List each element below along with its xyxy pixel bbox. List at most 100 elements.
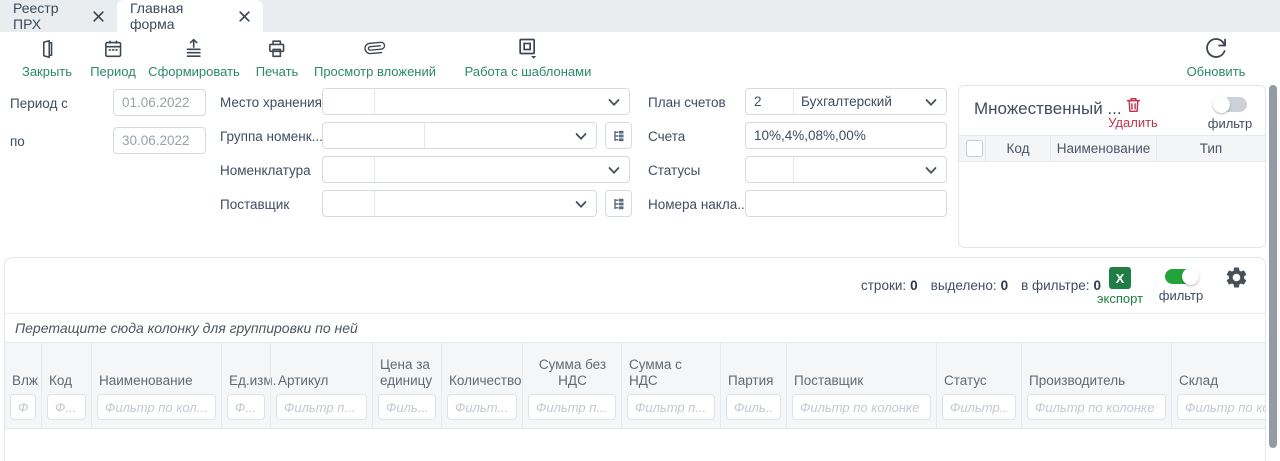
panel-filter-toggle[interactable] <box>1214 97 1247 112</box>
multi-panel-column-header[interactable]: Код <box>985 136 1050 161</box>
group-tree-button[interactable] <box>605 122 632 149</box>
calendar-icon <box>102 36 124 60</box>
grid-column-header[interactable]: Сумма без НДС <box>523 357 621 394</box>
templates-button[interactable]: Работа с шаблонами <box>465 36 592 79</box>
period-from-input[interactable] <box>113 89 206 116</box>
grid-column-header[interactable]: Наименование <box>92 373 221 394</box>
export-button-label: экспорт <box>1097 291 1143 306</box>
printer-icon <box>266 36 288 60</box>
grid-column: Партия <box>720 343 786 428</box>
grid-column: Цена за единицу <box>372 343 441 428</box>
supplier-tree-button[interactable] <box>605 190 632 217</box>
grid-column-filter-input[interactable] <box>10 394 36 420</box>
grid-column-filter-input[interactable] <box>528 394 616 420</box>
close-button[interactable]: Закрыть <box>22 36 72 79</box>
period-button-label: Период <box>90 64 136 79</box>
supplier-combo[interactable] <box>322 190 597 217</box>
grid-column-filter-input[interactable] <box>378 394 436 420</box>
accounts-input[interactable] <box>745 122 947 149</box>
settings-gear-button[interactable] <box>1224 265 1249 290</box>
tab-glavnaya-forma[interactable]: Главная форма <box>117 0 263 32</box>
tab-reestr-prh[interactable]: Реестр ПРХ <box>0 0 117 32</box>
grid-column-header[interactable]: Код <box>42 373 91 394</box>
tab-close-icon[interactable] <box>93 11 104 22</box>
nomenclature-combo[interactable] <box>322 156 630 183</box>
statuses-label: Статусы <box>648 163 700 178</box>
vertical-scrollbar[interactable] <box>1269 85 1277 448</box>
grid-filter-toggle[interactable] <box>1165 269 1198 284</box>
tab-close-icon[interactable] <box>239 11 250 22</box>
tab-label: Главная форма <box>130 0 227 32</box>
grid-column: Статус <box>936 343 1021 428</box>
grid-column-filter-input[interactable] <box>47 394 86 420</box>
attachments-button[interactable]: Просмотр вложений <box>314 36 436 79</box>
refresh-button-label: Обновить <box>1187 64 1246 79</box>
chart-of-accounts-combo[interactable]: 2 Бухгалтерский <box>745 88 947 115</box>
chevron-down-icon <box>925 98 937 107</box>
grid-column-header[interactable]: Склад <box>1172 373 1266 394</box>
door-icon <box>36 36 58 60</box>
grid-column-filter-input[interactable] <box>97 394 216 420</box>
grid-column-filter-input[interactable] <box>1027 394 1166 420</box>
grid-column-header[interactable]: Статус <box>937 373 1021 394</box>
multi-panel-column-header[interactable]: Тип <box>1156 136 1265 161</box>
invoice-numbers-input[interactable] <box>745 190 947 217</box>
grid-column-header[interactable]: Цена за единицу <box>373 357 441 394</box>
period-to-input[interactable] <box>113 127 206 154</box>
storage-combo[interactable] <box>322 88 630 115</box>
groupby-hint: Перетащите сюда колонку для группировки … <box>15 320 358 336</box>
grid-column: Сумма без НДС <box>522 343 621 428</box>
grid-column-filter-input[interactable] <box>1177 394 1266 420</box>
delete-button[interactable]: Удалить <box>1103 95 1163 130</box>
paperclip-icon <box>363 36 387 60</box>
supplier-label: Поставщик <box>220 197 289 212</box>
tab-label: Реестр ПРХ <box>13 0 81 32</box>
grid-column: Наименование <box>91 343 221 428</box>
grid-column-filter-input[interactable] <box>792 394 931 420</box>
multi-panel-column-header[interactable]: Наименование <box>1050 136 1156 161</box>
group-combo[interactable] <box>322 122 597 149</box>
excel-icon: X <box>1109 267 1131 289</box>
rows-count: строки:0 <box>861 278 918 293</box>
select-all-checkbox[interactable] <box>966 140 983 157</box>
storage-label: Место хранения <box>220 95 322 110</box>
chevron-down-icon <box>575 200 587 209</box>
multi-panel-header-row: КодНаименованиеТип <box>959 135 1265 162</box>
statuses-combo[interactable] <box>745 156 947 183</box>
grid-column-header[interactable]: Партия <box>721 373 786 394</box>
grid-column-filter-input[interactable] <box>726 394 781 420</box>
grid-column-header[interactable]: Поставщик <box>787 373 936 394</box>
templates-icon <box>516 36 540 60</box>
chevron-down-icon <box>608 166 620 175</box>
grid-column-filter-input[interactable] <box>227 394 265 420</box>
multi-panel-title: Множественный ... <box>974 99 1122 119</box>
grid-column-filter-input[interactable] <box>447 394 517 420</box>
grid-filter-toggle-label: фильтр <box>1159 288 1203 303</box>
generate-icon <box>182 36 205 60</box>
period-from-label: Период с <box>10 96 68 111</box>
grid-column: Склад <box>1171 343 1266 428</box>
grid-column-filter-input[interactable] <box>942 394 1016 420</box>
grid-column: Ед.изм. <box>221 343 270 428</box>
grid-column: Сумма с НДС <box>621 343 720 428</box>
grid-column-filter-input[interactable] <box>276 394 367 420</box>
grid-column-header[interactable]: Сумма с НДС <box>622 357 720 394</box>
grid-column-header[interactable]: Количество <box>442 373 522 394</box>
grid-column: Производитель <box>1021 343 1171 428</box>
groupby-dropzone[interactable]: Перетащите сюда колонку для группировки … <box>5 313 1265 342</box>
chart-of-accounts-code: 2 <box>754 94 762 109</box>
export-button[interactable]: X экспорт <box>1095 267 1145 306</box>
grid-column-header[interactable]: Влж <box>5 373 41 394</box>
grid-column: Влж <box>5 343 41 428</box>
grid-column-header[interactable]: Артикул <box>271 373 372 394</box>
trash-icon <box>1124 95 1143 115</box>
period-button[interactable]: Период <box>90 36 136 79</box>
generate-button[interactable]: Сформировать <box>148 36 240 79</box>
grid-column: Артикул <box>270 343 372 428</box>
print-button[interactable]: Печать <box>256 36 299 79</box>
results-grid: строки:0 выделено:0 в фильтре:0 X экспор… <box>4 257 1266 461</box>
refresh-button[interactable]: Обновить <box>1187 36 1246 79</box>
grid-column-header[interactable]: Производитель <box>1022 373 1171 394</box>
grid-column-header[interactable]: Ед.изм. <box>222 373 270 394</box>
grid-column-filter-input[interactable] <box>627 394 715 420</box>
